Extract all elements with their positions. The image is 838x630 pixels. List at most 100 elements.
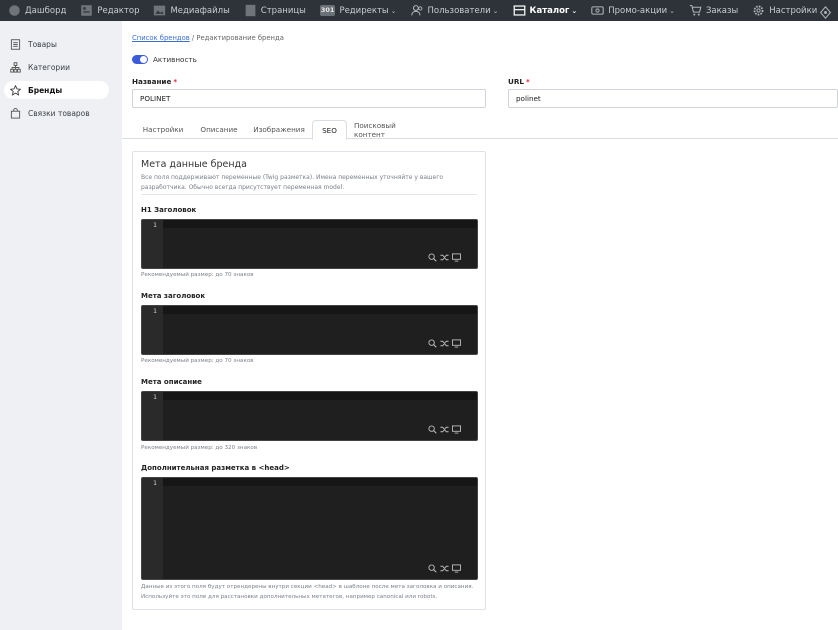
nav-settings[interactable]: Настройки [752, 0, 817, 21]
editor-active-line [163, 392, 477, 400]
h1-title-editor[interactable]: 1 [141, 219, 478, 269]
sidebar-item-label: Категории [28, 62, 70, 72]
nav-pages-label: Страницы [260, 5, 306, 16]
shuffle-icon[interactable] [440, 339, 449, 348]
star-icon [10, 84, 21, 96]
sidebar-item-products[interactable]: Товары [4, 35, 109, 53]
head-markup-hint: Данные из этого поля будут отрендерены в… [141, 584, 474, 600]
meta-title-hint: Рекомендуемый размер: до 70 знаков [141, 358, 254, 364]
redirect-badge-icon: 301 [319, 5, 336, 16]
name-input-value: POLINET [140, 94, 171, 103]
search-icon[interactable] [428, 339, 437, 348]
monitor-icon[interactable] [452, 425, 461, 434]
nav-users[interactable]: Пользователи ⌄ [410, 0, 499, 21]
h1-title-hint: Рекомендуемый размер: до 70 знаков [141, 272, 254, 278]
meta-description-editor[interactable]: 1 [141, 391, 478, 441]
tab-label: Поисковый контент [354, 120, 396, 139]
chevron-down-icon: ⌄ [390, 6, 397, 15]
main-content: Список брендов / Редактирование бренда А… [122, 21, 838, 630]
name-label-text: Название [132, 77, 172, 86]
meta-description-hint: Рекомендуемый размер: до 320 знаков [141, 445, 258, 451]
pages-icon [244, 4, 257, 17]
name-input[interactable]: POLINET [132, 89, 486, 108]
activity-toggle[interactable] [132, 55, 148, 64]
hierarchy-icon [10, 61, 21, 73]
nav-media[interactable]: Медиафайлы [153, 0, 230, 21]
tab-label: SEO [322, 125, 337, 135]
url-input-value: polinet [516, 94, 541, 103]
breadcrumb: Список брендов / Редактирование бренда [132, 34, 284, 42]
panel-description: Все поля поддерживают переменные (Twig р… [141, 174, 444, 191]
sidebar-item-label: Товары [28, 39, 57, 49]
meta-title-editor[interactable]: 1 [141, 305, 478, 355]
chevron-down-icon: ⌄ [571, 6, 578, 15]
nav-promo-label: Промо-акции [608, 5, 668, 16]
line-number: 1 [153, 307, 157, 315]
sidebar-item-brands[interactable]: Бренды [4, 81, 109, 99]
nav-pages[interactable]: Страницы [244, 0, 306, 21]
line-number: 1 [153, 221, 157, 229]
tab-settings[interactable]: Настройки [138, 120, 188, 139]
tab-images[interactable]: Изображения [252, 120, 306, 139]
breadcrumb-brands-list-link[interactable]: Список брендов [132, 34, 190, 42]
sidebar-item-categories[interactable]: Категории [4, 58, 109, 76]
shuffle-icon[interactable] [440, 253, 449, 262]
tab-description[interactable]: Описание [195, 120, 243, 139]
nav-dashboard[interactable]: Дашборд [8, 0, 66, 21]
nav-catalog[interactable]: Каталог ⌄ [513, 0, 578, 21]
required-mark: * [525, 77, 530, 86]
monitor-icon[interactable] [452, 564, 461, 573]
activity-toggle-row: Активность [132, 55, 197, 64]
quick-actions-icon[interactable] [819, 4, 832, 19]
meta-title-label: Мета заголовок [141, 292, 206, 300]
editor-toolbar [428, 425, 461, 434]
cart-icon [689, 4, 702, 17]
editor-active-line [163, 306, 477, 314]
promo-icon [591, 4, 604, 17]
bag-icon [10, 107, 21, 119]
url-label-text: URL [508, 77, 524, 86]
document-icon [10, 38, 21, 50]
editor-active-line [163, 220, 477, 228]
nav-media-label: Медиафайлы [170, 5, 230, 16]
nav-editor-label: Редактор [97, 5, 140, 16]
tab-seo[interactable]: SEO [312, 120, 347, 140]
seo-panel: Мета данные бренда Все поля поддерживают… [132, 151, 486, 610]
top-navigation: Дашборд Редактор Медиафайлы Страницы 301… [0, 0, 838, 21]
sidebar: Товары Категории Бренды Связки товаров [0, 21, 122, 630]
url-input[interactable]: polinet [508, 89, 838, 108]
meta-description-label: Мета описание [141, 378, 202, 386]
sidebar-item-product-bundles[interactable]: Связки товаров [4, 104, 109, 122]
tab-search-content[interactable]: Поисковый контент [354, 120, 428, 139]
chevron-down-icon: ⌄ [669, 6, 675, 15]
monitor-icon[interactable] [452, 253, 461, 262]
nav-orders[interactable]: Заказы [689, 0, 738, 21]
shuffle-icon[interactable] [440, 564, 449, 573]
line-number: 1 [153, 479, 157, 487]
search-icon[interactable] [428, 425, 437, 434]
shuffle-icon[interactable] [440, 425, 449, 434]
search-icon[interactable] [428, 564, 437, 573]
divider [141, 194, 477, 195]
name-label: Название * [132, 77, 177, 86]
search-icon[interactable] [428, 253, 437, 262]
gear-icon [752, 4, 765, 17]
tab-label: Настройки [142, 125, 184, 134]
panel-title: Мета данные бренда [141, 159, 247, 170]
users-icon [410, 4, 424, 17]
editor-active-line [163, 478, 477, 486]
nav-promo[interactable]: Промо-акции ⌄ [591, 0, 675, 21]
sidebar-item-label: Связки товаров [28, 108, 90, 118]
nav-editor[interactable]: Редактор [80, 0, 139, 21]
h1-title-label: H1 Заголовок [141, 206, 197, 214]
nav-dashboard-label: Дашборд [25, 5, 67, 16]
head-markup-editor[interactable]: 1 [141, 477, 478, 580]
editor-toolbar [428, 253, 461, 262]
activity-label: Активность [153, 55, 197, 64]
editor-icon [80, 4, 93, 17]
editor-toolbar [428, 339, 461, 348]
nav-orders-label: Заказы [705, 5, 739, 16]
monitor-icon[interactable] [452, 339, 461, 348]
nav-redirects[interactable]: 301 Редиректы ⌄ [319, 0, 397, 21]
head-markup-label: Дополнительная разметка в <head> [141, 464, 290, 472]
